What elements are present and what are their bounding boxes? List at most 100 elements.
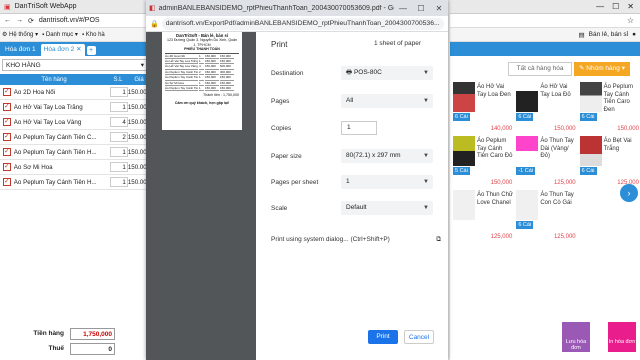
print-url[interactable]: dantrisoft.vn/ExportPdf/adminBANLEBANSID… [161,17,444,30]
scale-select[interactable]: Default ▼ [341,201,433,215]
receipt-page: DanTriSoft - Bán lẻ, bán sỉ 123 Đường Qu… [162,32,242,130]
product-card[interactable]: Áo Bẹt Vai Trắng 6 Cái 125,000 [579,136,640,188]
warehouse-select[interactable]: KHO HÀNG ▾ [2,59,148,71]
product-price: 150,000 [490,180,513,186]
product-card[interactable]: Áo Hở Vai Tay Loa Đen 6 Cái 140,000 [453,82,513,134]
minimize-icon[interactable]: — [394,4,412,13]
tab-invoice-1[interactable]: Hóa đơn 1 [2,44,39,56]
url-text[interactable]: dantrisoft.vn/#/POS [39,17,100,24]
print-url-bar: 🔒 dantrisoft.vn/ExportPdf/adminBANLEBANS… [146,16,448,32]
blue-strip [450,42,640,56]
destination-select[interactable]: 🖶 POS-80C ▼ [341,66,433,80]
menu-item-catalog[interactable]: ▪ Danh mục ▾ [42,31,78,38]
receipt-table: Áo 2D Hoa Nổi 1 150,000 150,000 Áo Hở Vai Ta… [165,52,239,92]
table-row[interactable]: Áo Peplum Tay Cánh Tiên C...2150.000 [0,130,150,145]
maximize-icon[interactable]: ☐ [612,2,619,11]
product-card[interactable]: Áo Thun Chữ Love Chanel 125,000 [453,190,513,242]
edit-icon[interactable] [3,162,11,171]
pos-app-window: ▣ DanTriSoft WebApp ← → ⟳ dantrisoft.vn/… [0,0,150,360]
close-icon[interactable]: ✕ [430,4,448,13]
stock-badge: 6 Cái [579,113,597,121]
next-page-icon[interactable]: › [620,184,638,202]
row-qty-input[interactable]: 2 [110,132,128,142]
row-qty-input[interactable]: 1 [110,177,128,187]
table-row[interactable]: Áo 2D Hoa Nổi1150.000 [0,85,150,100]
product-name: Áo Thun Chữ Love Chanel [477,192,513,206]
sheet-count: 1 sheet of paper [374,40,421,47]
add-invoice-button[interactable]: + [86,45,96,55]
reload-icon[interactable]: ⟳ [28,17,34,25]
row-qty-input[interactable]: 1 [110,102,128,112]
close-icon[interactable]: ✕ [627,2,634,11]
edit-icon[interactable] [3,102,11,111]
edit-icon[interactable] [3,177,11,186]
product-card[interactable]: Áo Peplum Tay Cánh Tiên Caro Đen 6 Cái 150… [579,82,640,134]
browser-tab[interactable]: ▣ DanTriSoft WebApp [0,0,150,14]
total-label: Tiền hàng [33,330,64,337]
product-name: Áo Hở Vai Tay Loa Đỏ [540,84,571,98]
print-window-title: adminBANLEBANSIDEMO_rptPhieuThanhToan_20… [158,4,394,12]
destination-label: Destination [271,70,304,77]
copies-input[interactable]: 1 [341,121,377,135]
print-settings-panel: Print 1 sheet of paper Destination 🖶 POS… [256,32,448,360]
row-qty-input[interactable]: 1 [110,87,128,97]
print-invoice-button[interactable]: In hóa đơn [608,322,636,352]
menu-item-warehouse[interactable]: ▪ Kho hà [82,32,105,38]
chevron-down-icon: ▼ [423,98,429,104]
all-products-button[interactable]: Tất cả hàng hóa [508,62,572,76]
scale-label: Scale [271,205,288,212]
table-row[interactable]: Áo Peplum Tay Cánh Tiên H...1150.000 [0,145,150,160]
app-favicon-icon: ▣ [4,3,11,11]
maximize-icon[interactable]: ☐ [412,4,430,13]
table-row[interactable]: Áo Hở Vai Tay Loa Trắng1150.000 [0,100,150,115]
menu-item-system[interactable]: ⚙ Hệ thống ▾ [2,31,38,38]
star-icon[interactable]: ☆ [627,16,634,25]
tax-input[interactable]: 0 [70,342,115,355]
back-icon[interactable]: ← [4,17,11,24]
pages-select[interactable]: All ▼ [341,94,433,108]
table-row[interactable]: Áo Peplum Tay Cánh Tiên H...1150.000 [0,175,150,190]
row-name: Áo Hở Vai Tay Loa Trắng [13,103,83,111]
edit-icon[interactable] [3,117,11,126]
cancel-button[interactable]: Cancel [404,330,434,344]
col-qty: S.L [113,76,123,83]
print-window: ◧ adminBANLEBANSIDEMO_rptPhieuThanhToan_… [146,0,448,360]
edit-icon[interactable] [3,132,11,141]
print-heading: Print [271,40,288,49]
product-image [453,190,475,220]
chevron-down-icon: ▼ [423,153,429,159]
product-card[interactable]: Áo Peplum Tay Cánh Tiên Caro Đỏ 5 Cái 150,… [453,136,513,188]
product-card[interactable]: Áo Thun Tay Con Cò Gái 6 Cái 125,000 [516,190,576,242]
product-card[interactable]: Áo Thun Tay Dài (Vàng/Đỏ) -1 Cái 125,000 [516,136,576,188]
forward-icon[interactable]: → [16,17,23,24]
pages-per-sheet-select[interactable]: 1 ▼ [341,175,433,189]
receipt-cell: Áo Peplum Tay Cánh Tiên Hồng [165,86,198,92]
product-name: Áo Thun Tay Con Cò Gái [540,192,574,206]
row-qty-input[interactable]: 1 [110,162,128,172]
browser-tab-title: DanTriSoft WebApp [14,3,77,10]
product-card[interactable]: Áo Hở Vai Tay Loa Đỏ 6 Cái 150,000 [516,82,576,134]
row-qty-input[interactable]: 1 [110,147,128,157]
table-row[interactable]: Áo Hở Vai Tay Loa Vàng4150.000 [0,115,150,130]
row-qty-input[interactable]: 4 [110,117,128,127]
edit-icon[interactable] [3,147,11,156]
address-bar[interactable]: ← → ⟳ dantrisoft.vn/#/POS [0,14,150,28]
totals: Tiền hàng 1,750,000 Thuế 0 [0,326,150,356]
paper-size-select[interactable]: 80(72.1) x 297 mm ▼ [341,149,433,163]
product-grid: Áo Hở Vai Tay Loa Đen 6 Cái 140,000 Áo Hở V… [450,80,640,242]
user-icon[interactable]: ● [632,31,636,38]
stock-badge: 6 Cái [516,221,534,229]
category-bar: Tất cả hàng hóa ✎ Nhóm hàng ▾ [508,62,638,76]
edit-icon[interactable] [3,87,11,96]
group-button[interactable]: ✎ Nhóm hàng ▾ [574,62,630,76]
tab-invoice-2[interactable]: Hóa đơn 2 ✕ [40,44,85,56]
print-button[interactable]: Print [368,330,398,344]
chevron-down-icon: ▼ [423,179,429,185]
save-invoice-button[interactable]: Lưu hóa đơn [562,322,590,352]
receipt-title: PHIẾU THANH TOÁN [184,47,220,52]
product-price: 125,000 [553,180,576,186]
table-row[interactable]: Áo Sơ Mi Hoa1150.000 [0,160,150,175]
stock-badge: 5 Cái [453,167,470,175]
minimize-icon[interactable]: — [596,2,604,11]
system-dialog-link[interactable]: Print using system dialog... (Ctrl+Shift… [271,236,441,243]
